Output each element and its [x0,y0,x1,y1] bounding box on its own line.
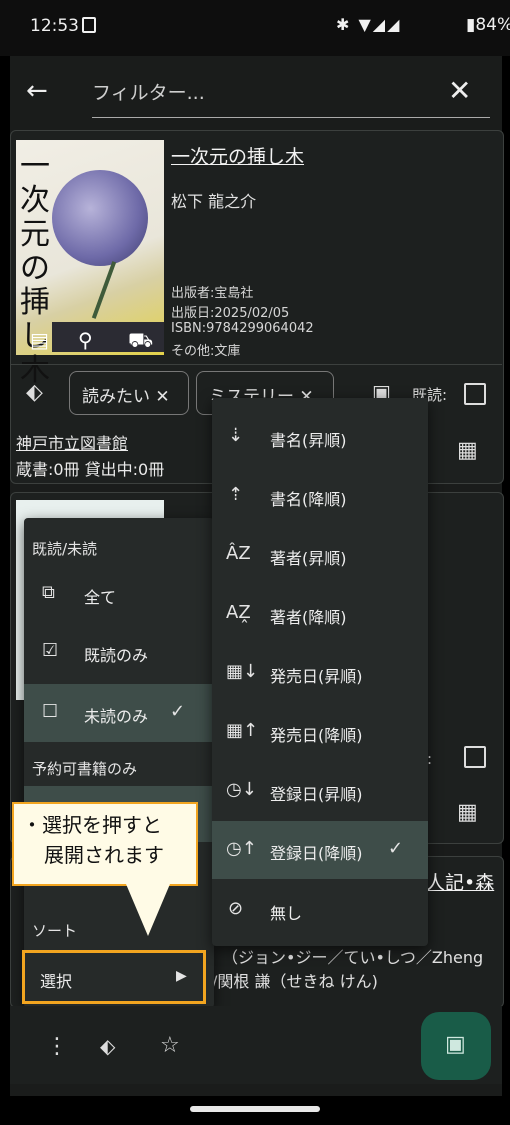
cover-title: 一次元の挿し木 [20,149,50,388]
sort-az-icon: ÂZ [226,543,251,564]
calendar-up-icon: ▦↑ [226,720,259,741]
book-pubdate: 出版日:2025/02/05 [171,306,290,321]
book-other: その他:文庫 [171,344,241,359]
filter-menu: 既読/未読 ⧉ 全て ☑ 既読のみ ☐ 未読のみ ✓ 予約可書籍のみ ソート 選… [24,518,214,1008]
tag-chip[interactable]: 読みたい ✕ [69,371,189,415]
book-isbn: ISBN:9784299064042 [171,321,314,336]
cover-art [52,170,148,266]
callout-line: 展開されます [44,843,164,867]
check-icon: ✓ [388,838,404,859]
sort-release-asc[interactable]: ▦↓ 発売日(昇順) [212,644,428,702]
read-checkbox[interactable] [464,746,486,768]
cover-art-stem [91,261,117,319]
reserve-filter-header: 予約可書籍のみ [32,760,138,778]
read-checkbox[interactable] [464,383,486,405]
search-icon[interactable]: ⚲ [78,328,93,352]
search-book-fab[interactable]: ▣ [421,1012,491,1080]
menu-item-all[interactable]: ⧉ 全て [24,566,214,622]
highlight-box [22,950,206,1004]
star-icon[interactable]: ☆ [160,1033,180,1058]
book-author: /関根 謙（せきね けん) [212,972,378,991]
callout-pointer [126,884,170,936]
filter-input[interactable]: フィルター... [92,78,205,105]
more-vert-icon[interactable]: ⋮ [46,1034,68,1059]
sort-registered-asc[interactable]: ◷↓ 登録日(昇順) [212,762,428,820]
battery-level: ▮84% [466,15,510,35]
sort-alpha-asc-icon: ⇣ [228,425,244,446]
filter-underline [92,117,490,118]
sort-header: ソート [32,922,78,940]
arrow-left-icon[interactable]: ← [26,76,48,106]
tag-search-icon[interactable]: ⬖ [100,1034,115,1058]
check-icon: ✓ [170,701,186,722]
checkbox-empty-icon: ☐ [42,701,59,722]
clock-up-icon: ◷↑ [226,838,257,859]
read-filter-header: 既読/未読 [32,540,98,558]
home-gesture-pill[interactable] [190,1106,320,1112]
book-title[interactable]: 一次元の挿し木 [171,142,304,169]
sort-title-desc[interactable]: ⇡ 書名(降順) [212,467,428,525]
sort-author-desc[interactable]: AZ̭ 著者(降順) [212,585,428,643]
calendar-icon[interactable]: ▦ [457,438,478,463]
cart-icon[interactable]: ⛟ [128,328,153,355]
annotation-callout: ・選択を押すと 展開されます [12,802,198,886]
sort-alpha-desc-icon: ⇡ [228,484,244,505]
clock-down-icon: ◷↓ [226,779,257,800]
menu-item-read-only[interactable]: ☑ 既読のみ [24,624,214,680]
calendar-icon[interactable]: ▦ [457,800,478,825]
menu-item-unread-only[interactable]: ☐ 未読のみ ✓ [24,684,214,742]
connectivity-icons: ✱ ▼◢◢ [336,15,402,34]
document-icon[interactable]: ▤ [30,328,49,352]
tag-icon[interactable]: ⬖ [26,380,43,405]
sort-none[interactable]: ⊘ 無し [212,881,428,939]
library-name[interactable]: 神戸市立図書館 [16,430,128,454]
library-holdings: 蔵書:0冊 貸出中:0冊 [16,460,165,479]
book-cover[interactable]: 一次元の挿し木 ▤ ⚲ ⛟ [16,140,164,388]
calendar-down-icon: ▦↓ [226,661,259,682]
sort-release-desc[interactable]: ▦↑ 発売日(降順) [212,703,428,761]
callout-line: ・選択を押すと [22,813,162,837]
sort-registered-desc[interactable]: ◷↑ 登録日(降順) ✓ [212,821,428,879]
checkbox-checked-icon: ☑ [42,640,59,661]
sort-title-asc[interactable]: ⇣ 書名(昇順) [212,408,428,466]
status-time: 12:53 [30,16,79,36]
close-icon[interactable]: ✕ [448,74,471,107]
book-title[interactable]: 人記•森 [426,868,494,895]
sort-menu: ⇣ 書名(昇順) ⇡ 書名(降順) ÂZ 著者(昇順) AZ̭ 著者(降順) ▦… [212,398,428,946]
status-bar: 12:53 ✱ ▼◢◢ ▮84% [0,0,510,56]
book-author: 松下 龍之介 [171,192,257,211]
sim-icon [82,17,96,33]
sort-off-icon: ⊘ [228,898,244,919]
sort-za-icon: AZ̭ [226,602,251,623]
book-search-icon: ▣ [445,1032,466,1057]
book-publisher: 出版者:宝島社 [171,286,254,301]
divider [10,364,502,365]
sort-author-asc[interactable]: ÂZ 著者(昇順) [212,526,428,584]
bookmarks-icon: ⧉ [42,582,55,603]
book-author: （ジョン•ジー／てい•しつ／Zheng [222,948,484,967]
